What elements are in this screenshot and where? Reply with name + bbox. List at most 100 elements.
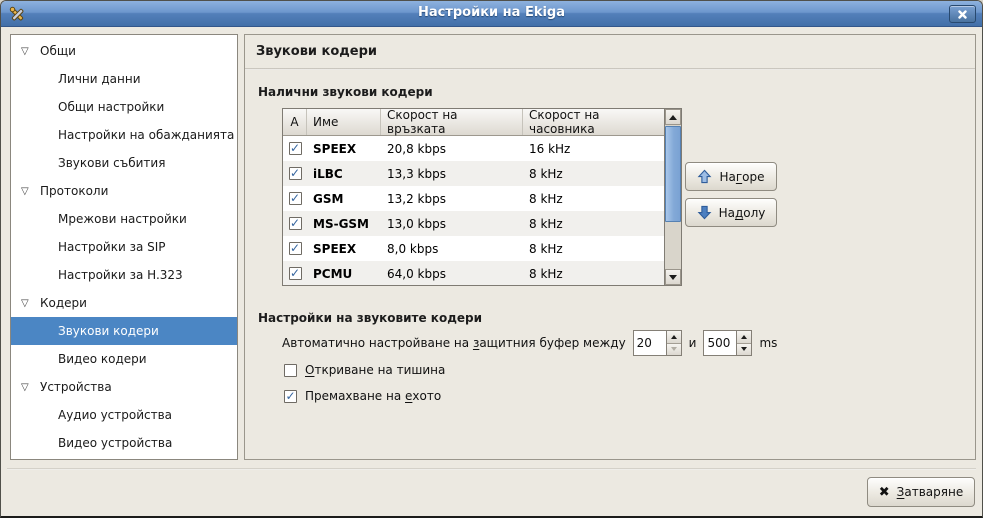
echo-cancellation-label: Премахване на ехото: [305, 389, 441, 403]
table-row[interactable]: MS-GSM 13,0 kbps 8 kHz: [283, 211, 664, 236]
jitter-max-input[interactable]: [704, 331, 736, 355]
up-arrow-icon: [697, 169, 712, 184]
codec-bitrate: 13,0 kbps: [381, 211, 523, 236]
codec-clock: 8 kHz: [523, 161, 664, 186]
page-title: Звукови кодери: [256, 44, 377, 59]
col-clock-header[interactable]: Скорост на часовника: [523, 109, 664, 135]
codec-bitrate: 13,2 kbps: [381, 186, 523, 211]
sidebar-item-audio-codecs[interactable]: Звукови кодери: [11, 317, 237, 345]
sidebar-item-network-settings[interactable]: Мрежови настройки: [11, 205, 237, 233]
jitter-max-spinbox: [703, 330, 752, 356]
up-arrow-icon: [669, 115, 677, 120]
scrollbar-down-button[interactable]: [665, 269, 681, 285]
sidebar-item-video-codecs[interactable]: Видео кодери: [11, 345, 237, 373]
sidebar-item-devices[interactable]: Устройства: [11, 373, 237, 401]
codec-name: SPEEX: [307, 136, 381, 161]
codec-enabled-checkbox[interactable]: [289, 267, 302, 280]
codec-clock: 8 kHz: [523, 261, 664, 285]
table-row[interactable]: SPEEX 8,0 kbps 8 kHz: [283, 236, 664, 261]
codec-bitrate: 64,0 kbps: [381, 261, 523, 285]
jitter-buffer-label: Автоматично настройване на защитния буфе…: [282, 336, 626, 350]
down-arrow-icon: [697, 205, 712, 220]
table-header-row: А Име Скорост на връзката Скорост на час…: [283, 109, 664, 136]
spin-down-icon: [741, 347, 747, 351]
sidebar-item-general[interactable]: Общи: [11, 37, 237, 65]
table-row[interactable]: iLBC 13,3 kbps 8 kHz: [283, 161, 664, 186]
codec-name: GSM: [307, 186, 381, 211]
sidebar-item-protocols[interactable]: Протоколи: [11, 177, 237, 205]
preferences-window: Настройки на Ekiga Общи Лични данни Общи…: [0, 0, 983, 518]
expander-icon[interactable]: [21, 46, 38, 57]
codec-enabled-checkbox[interactable]: [289, 242, 302, 255]
move-down-button[interactable]: Надолу: [685, 198, 777, 227]
jitter-min-up-button[interactable]: [667, 331, 681, 344]
codec-bitrate: 8,0 kbps: [381, 236, 523, 261]
sidebar-item-general-settings[interactable]: Общи настройки: [11, 93, 237, 121]
codec-name: PCMU: [307, 261, 381, 285]
codec-clock: 8 kHz: [523, 186, 664, 211]
codecs-table: А Име Скорост на връзката Скорост на час…: [282, 108, 682, 286]
move-up-button[interactable]: Нагоре: [685, 162, 777, 191]
sidebar-item-call-options[interactable]: Настройки на обажданията: [11, 121, 237, 149]
echo-cancellation-checkbox[interactable]: [284, 390, 297, 403]
scrollbar-thumb[interactable]: [665, 126, 681, 222]
codec-name: MS-GSM: [307, 211, 381, 236]
audio-settings-heading: Настройки на звуковите кодери: [258, 311, 482, 325]
available-codecs-heading: Налични звукови кодери: [258, 85, 433, 99]
down-arrow-icon: [669, 275, 677, 280]
close-button-label: Затваряне: [897, 485, 964, 499]
sidebar-item-codecs[interactable]: Кодери: [11, 289, 237, 317]
sidebar-item-personal-data[interactable]: Лични данни: [11, 65, 237, 93]
col-name-header[interactable]: Име: [307, 109, 381, 135]
codec-enabled-checkbox[interactable]: [289, 192, 302, 205]
codec-name: iLBC: [307, 161, 381, 186]
codec-enabled-checkbox[interactable]: [289, 167, 302, 180]
col-active-header[interactable]: А: [283, 109, 307, 135]
table-scrollbar[interactable]: [664, 109, 681, 285]
expander-icon[interactable]: [21, 186, 38, 197]
jitter-min-down-button[interactable]: [667, 344, 681, 356]
expander-icon[interactable]: [21, 298, 38, 309]
table-row[interactable]: GSM 13,2 kbps 8 kHz: [283, 186, 664, 211]
spin-up-icon: [671, 335, 677, 339]
main-panel: Звукови кодери Налични звукови кодери А …: [244, 34, 976, 460]
close-icon: ✖: [879, 485, 890, 500]
jitter-buffer-row: Автоматично настройване на защитния буфе…: [282, 329, 777, 357]
table-row[interactable]: PCMU 64,0 kbps 8 kHz: [283, 261, 664, 285]
sidebar-item-audio-devices[interactable]: Аудио устройства: [11, 401, 237, 429]
titlebar[interactable]: Настройки на Ekiga: [1, 1, 982, 27]
silence-detection-label: Откриване на тишина: [305, 363, 445, 377]
codec-clock: 8 kHz: [523, 236, 664, 261]
table-row[interactable]: SPEEX 20,8 kbps 16 kHz: [283, 136, 664, 161]
expander-icon[interactable]: [21, 382, 38, 393]
sidebar-item-sip-settings[interactable]: Настройки за SIP: [11, 233, 237, 261]
jitter-max-up-button[interactable]: [737, 331, 751, 344]
codec-enabled-checkbox[interactable]: [289, 217, 302, 230]
silence-detection-checkbox[interactable]: [284, 364, 297, 377]
conjunction-label: и: [689, 336, 697, 350]
codec-bitrate: 20,8 kbps: [381, 136, 523, 161]
spin-up-icon: [741, 335, 747, 339]
codec-clock: 8 kHz: [523, 211, 664, 236]
col-bitrate-header[interactable]: Скорост на връзката: [381, 109, 523, 135]
silence-detection-row: Откриване на тишина: [284, 362, 445, 378]
echo-cancellation-row: Премахване на ехото: [284, 388, 441, 404]
close-x-icon: [958, 10, 967, 19]
jitter-min-input[interactable]: [634, 331, 666, 355]
move-up-label: Нагоре: [719, 170, 764, 184]
close-button[interactable]: ✖ Затваряне: [867, 477, 975, 507]
sidebar-item-sound-events[interactable]: Звукови събития: [11, 149, 237, 177]
sidebar-item-video-devices[interactable]: Видео устройства: [11, 429, 237, 457]
codec-name: SPEEX: [307, 236, 381, 261]
jitter-max-down-button[interactable]: [737, 344, 751, 356]
settings-tree: Общи Лични данни Общи настройки Настройк…: [10, 34, 238, 460]
sidebar-item-h323-settings[interactable]: Настройки за H.323: [11, 261, 237, 289]
codec-clock: 16 kHz: [523, 136, 664, 161]
window-title: Настройки на Ekiga: [1, 5, 982, 20]
codec-enabled-checkbox[interactable]: [289, 142, 302, 155]
scrollbar-up-button[interactable]: [665, 109, 681, 125]
ms-unit-label: ms: [759, 336, 777, 350]
jitter-min-spinbox: [633, 330, 682, 356]
move-down-label: Надолу: [719, 206, 766, 220]
titlebar-close-button[interactable]: [949, 5, 976, 23]
